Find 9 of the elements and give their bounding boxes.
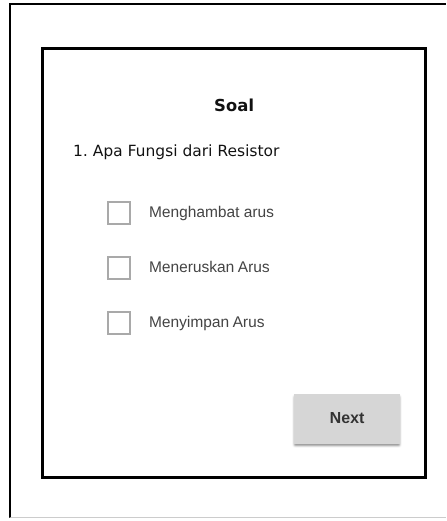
checkbox[interactable] [107,311,131,335]
title: Soal [214,96,254,115]
checkbox[interactable] [107,256,131,280]
option-label: Menyimpan Arus [149,314,264,332]
option-label: Menghambat arus [149,204,274,222]
next-button[interactable]: Next [294,394,400,444]
option-label: Meneruskan Arus [149,259,270,277]
question-text: 1. Apa Fungsi dari Resistor [73,142,280,160]
checkbox[interactable] [107,201,131,225]
